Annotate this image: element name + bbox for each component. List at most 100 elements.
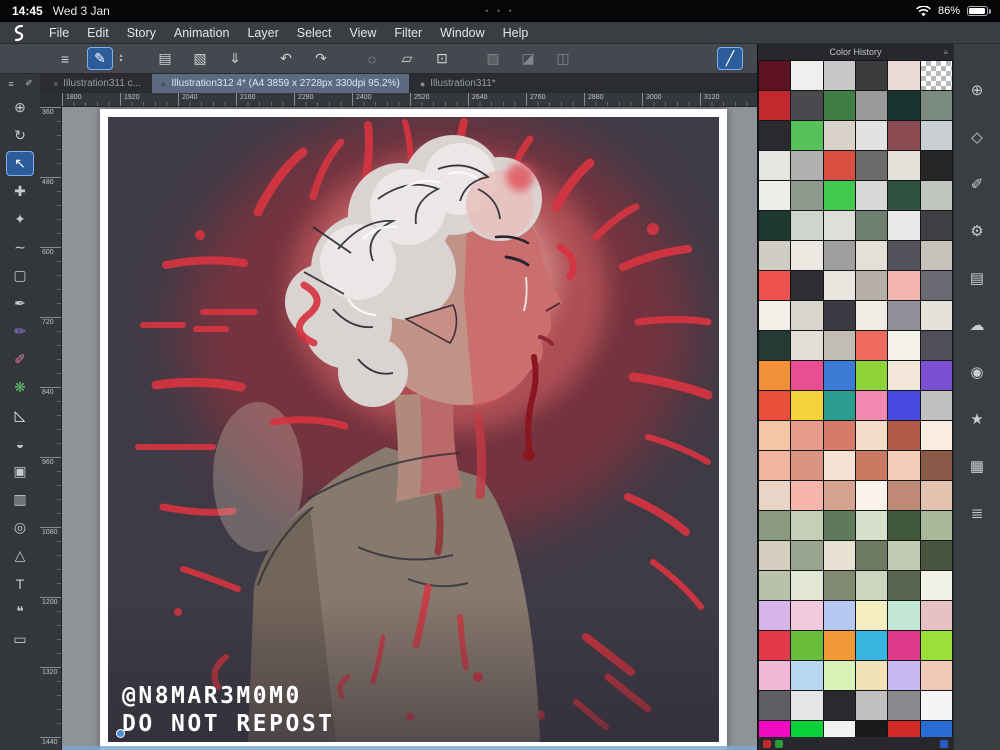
color-swatch[interactable] [920,181,952,210]
color-swatch[interactable] [759,721,791,737]
frame-tool[interactable]: ▭ [6,627,34,652]
color-swatch[interactable] [791,481,823,510]
color-swatch[interactable] [823,391,855,420]
menu-item[interactable]: Window [431,22,493,44]
color-swatch[interactable] [791,91,823,120]
color-swatch[interactable] [791,301,823,330]
color-swatch[interactable] [888,121,920,150]
color-swatch[interactable] [791,61,823,90]
color-swatch[interactable] [920,571,952,600]
color-swatch[interactable] [888,721,920,737]
menu-item[interactable]: Edit [78,22,118,44]
color-swatch[interactable] [920,361,952,390]
color-swatch[interactable] [856,91,888,120]
color-swatch[interactable] [888,691,920,720]
color-swatch[interactable] [888,361,920,390]
color-swatch[interactable] [856,541,888,570]
save-button[interactable]: ⇓ [222,47,248,70]
color-swatch[interactable] [920,451,952,480]
color-swatch[interactable] [856,211,888,240]
ruler-vertical[interactable]: 360 480 600 720 840 960 1080 1200 1320 1440 [40,93,62,750]
footer-swatch-red[interactable] [763,739,771,748]
color-swatch[interactable] [759,691,791,720]
search-icon[interactable]: ⊕ [965,78,989,102]
color-swatch[interactable] [791,691,823,720]
color-swatch[interactable] [823,721,855,737]
zoom-tool[interactable]: ⊕ [6,95,34,120]
tool-switch-button[interactable]: ✎ [87,47,113,70]
color-swatch[interactable] [856,451,888,480]
color-swatch[interactable] [888,151,920,180]
panel-menu-icon[interactable]: ≡ [943,48,948,57]
color-swatch[interactable] [920,61,952,90]
color-swatch[interactable] [791,661,823,690]
color-swatch[interactable] [823,631,855,660]
favorites-icon[interactable]: ★ [965,407,989,431]
color-swatch[interactable] [759,391,791,420]
tab-status-icon[interactable]: × [53,79,58,89]
color-swatch[interactable] [920,481,952,510]
color-swatch[interactable] [888,211,920,240]
color-swatch[interactable] [759,121,791,150]
color-swatch[interactable] [823,511,855,540]
color-swatch[interactable] [888,601,920,630]
color-swatch[interactable] [856,391,888,420]
menu-item[interactable]: View [341,22,386,44]
eyedropper-tool[interactable]: ◎ [6,515,34,540]
lasso-tool[interactable]: ∼ [6,235,34,260]
color-swatch[interactable] [888,181,920,210]
color-swatch[interactable] [791,421,823,450]
color-swatch[interactable] [920,541,952,570]
color-swatch[interactable] [823,421,855,450]
gradient-tool[interactable]: ▥ [6,487,34,512]
color-swatch[interactable] [759,601,791,630]
color-swatch[interactable] [920,91,952,120]
color-swatch[interactable] [856,241,888,270]
color-swatch[interactable] [823,601,855,630]
color-swatch[interactable] [823,451,855,480]
color-swatch[interactable] [856,271,888,300]
color-swatch[interactable] [920,151,952,180]
launch-selection-button[interactable]: ◫ [550,47,576,70]
color-swatch[interactable] [791,721,823,737]
color-swatch[interactable] [759,661,791,690]
color-swatch[interactable] [856,121,888,150]
color-swatch[interactable] [823,271,855,300]
color-swatch[interactable] [823,571,855,600]
color-swatch[interactable] [791,451,823,480]
color-swatch[interactable] [888,391,920,420]
color-swatch[interactable] [759,481,791,510]
color-swatch[interactable] [791,631,823,660]
undo-button[interactable]: ↶ [273,47,299,70]
snap-rotate-button[interactable]: ◌ [359,47,385,70]
settings-icon[interactable]: ⚙ [965,219,989,243]
layers-icon[interactable]: ≣ [965,501,989,525]
color-swatch[interactable] [888,481,920,510]
color-swatch[interactable] [920,631,952,660]
color-swatch[interactable] [823,151,855,180]
crop-button[interactable]: ⊡ [429,47,455,70]
horizontal-scrollbar[interactable] [62,746,757,750]
color-swatch[interactable] [920,691,952,720]
move-layer-tool[interactable]: ✚ [6,179,34,204]
color-swatch[interactable] [823,481,855,510]
color-swatch[interactable] [920,271,952,300]
ruler-horizontal[interactable]: 1800 1920 2040 2160 2280 2400 2520 2640 2760 2880… [62,93,757,107]
color-swatch[interactable] [791,331,823,360]
color-swatch[interactable] [759,361,791,390]
color-swatch[interactable] [823,691,855,720]
color-swatch[interactable] [920,241,952,270]
color-swatch[interactable] [856,301,888,330]
strip-menu-icon[interactable]: ≡ [4,76,19,91]
color-swatch[interactable] [791,601,823,630]
menu-item[interactable]: Layer [238,22,287,44]
color-swatch[interactable] [759,91,791,120]
color-swatch[interactable] [920,391,952,420]
film-icon[interactable]: ▤ [965,266,989,290]
color-swatch[interactable] [856,691,888,720]
color-swatch[interactable] [759,181,791,210]
color-swatch[interactable] [888,271,920,300]
color-swatch[interactable] [759,301,791,330]
cloud-icon[interactable]: ☁ [965,313,989,337]
color-swatch[interactable] [920,211,952,240]
